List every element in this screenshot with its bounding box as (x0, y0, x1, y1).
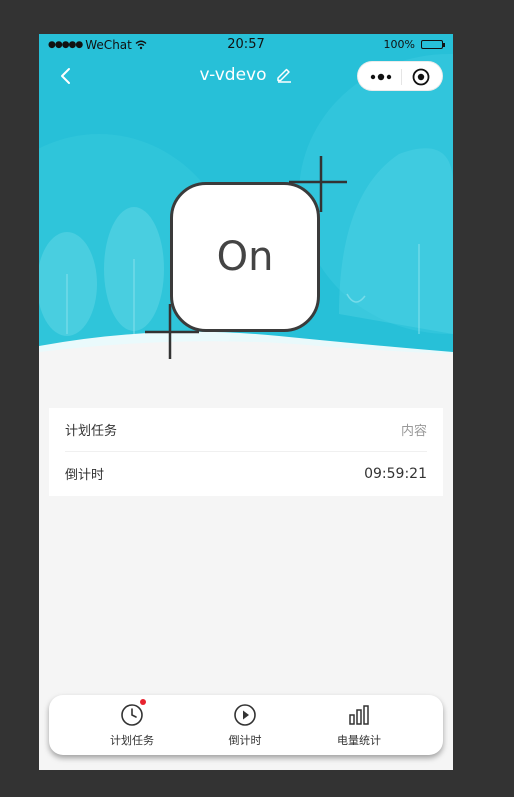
scheduled-task-row[interactable]: 计划任务 内容 (65, 408, 427, 452)
phone-screen: ●●●●● WeChat 20:57 100% v-vdevo On 计划任务 … (39, 34, 453, 770)
capsule-divider (401, 69, 402, 85)
row-value: 内容 (400, 424, 427, 439)
tab-countdown[interactable]: 倒计时 (200, 703, 290, 751)
countdown-value: 09:59:21 (364, 465, 427, 482)
tab-label: 计划任务 (110, 734, 154, 747)
tab-label: 倒计时 (228, 734, 262, 747)
power-toggle-button[interactable]: On (170, 182, 320, 332)
tab-scheduled-task[interactable]: 计划任务 (87, 699, 177, 751)
clock-icon (120, 699, 146, 727)
row-label: 计划任务 (65, 424, 118, 439)
row-label: 倒计时 (65, 468, 105, 483)
navigation-bar: v-vdevo (39, 58, 453, 94)
play-circle-icon (233, 703, 257, 727)
page-title: v-vdevo (199, 65, 267, 85)
battery-icon (421, 40, 445, 49)
pencil-icon[interactable] (275, 65, 293, 83)
more-dots-icon[interactable] (368, 68, 396, 86)
target-circle-icon[interactable] (412, 68, 430, 86)
notification-badge (140, 699, 146, 705)
tab-label: 电量统计 (337, 734, 381, 747)
info-card: 计划任务 内容 倒计时 09:59:21 (49, 408, 443, 496)
battery-percent: 100% (383, 38, 415, 51)
countdown-row[interactable]: 倒计时 09:59:21 (65, 452, 427, 495)
bottom-tab-bar: 计划任务 倒计时 电量统计 (49, 695, 443, 755)
mini-program-capsule (357, 61, 443, 91)
bar-chart-icon (347, 703, 371, 727)
tab-power-stats[interactable]: 电量统计 (314, 703, 404, 751)
status-bar: ●●●●● WeChat 20:57 100% (39, 34, 453, 56)
